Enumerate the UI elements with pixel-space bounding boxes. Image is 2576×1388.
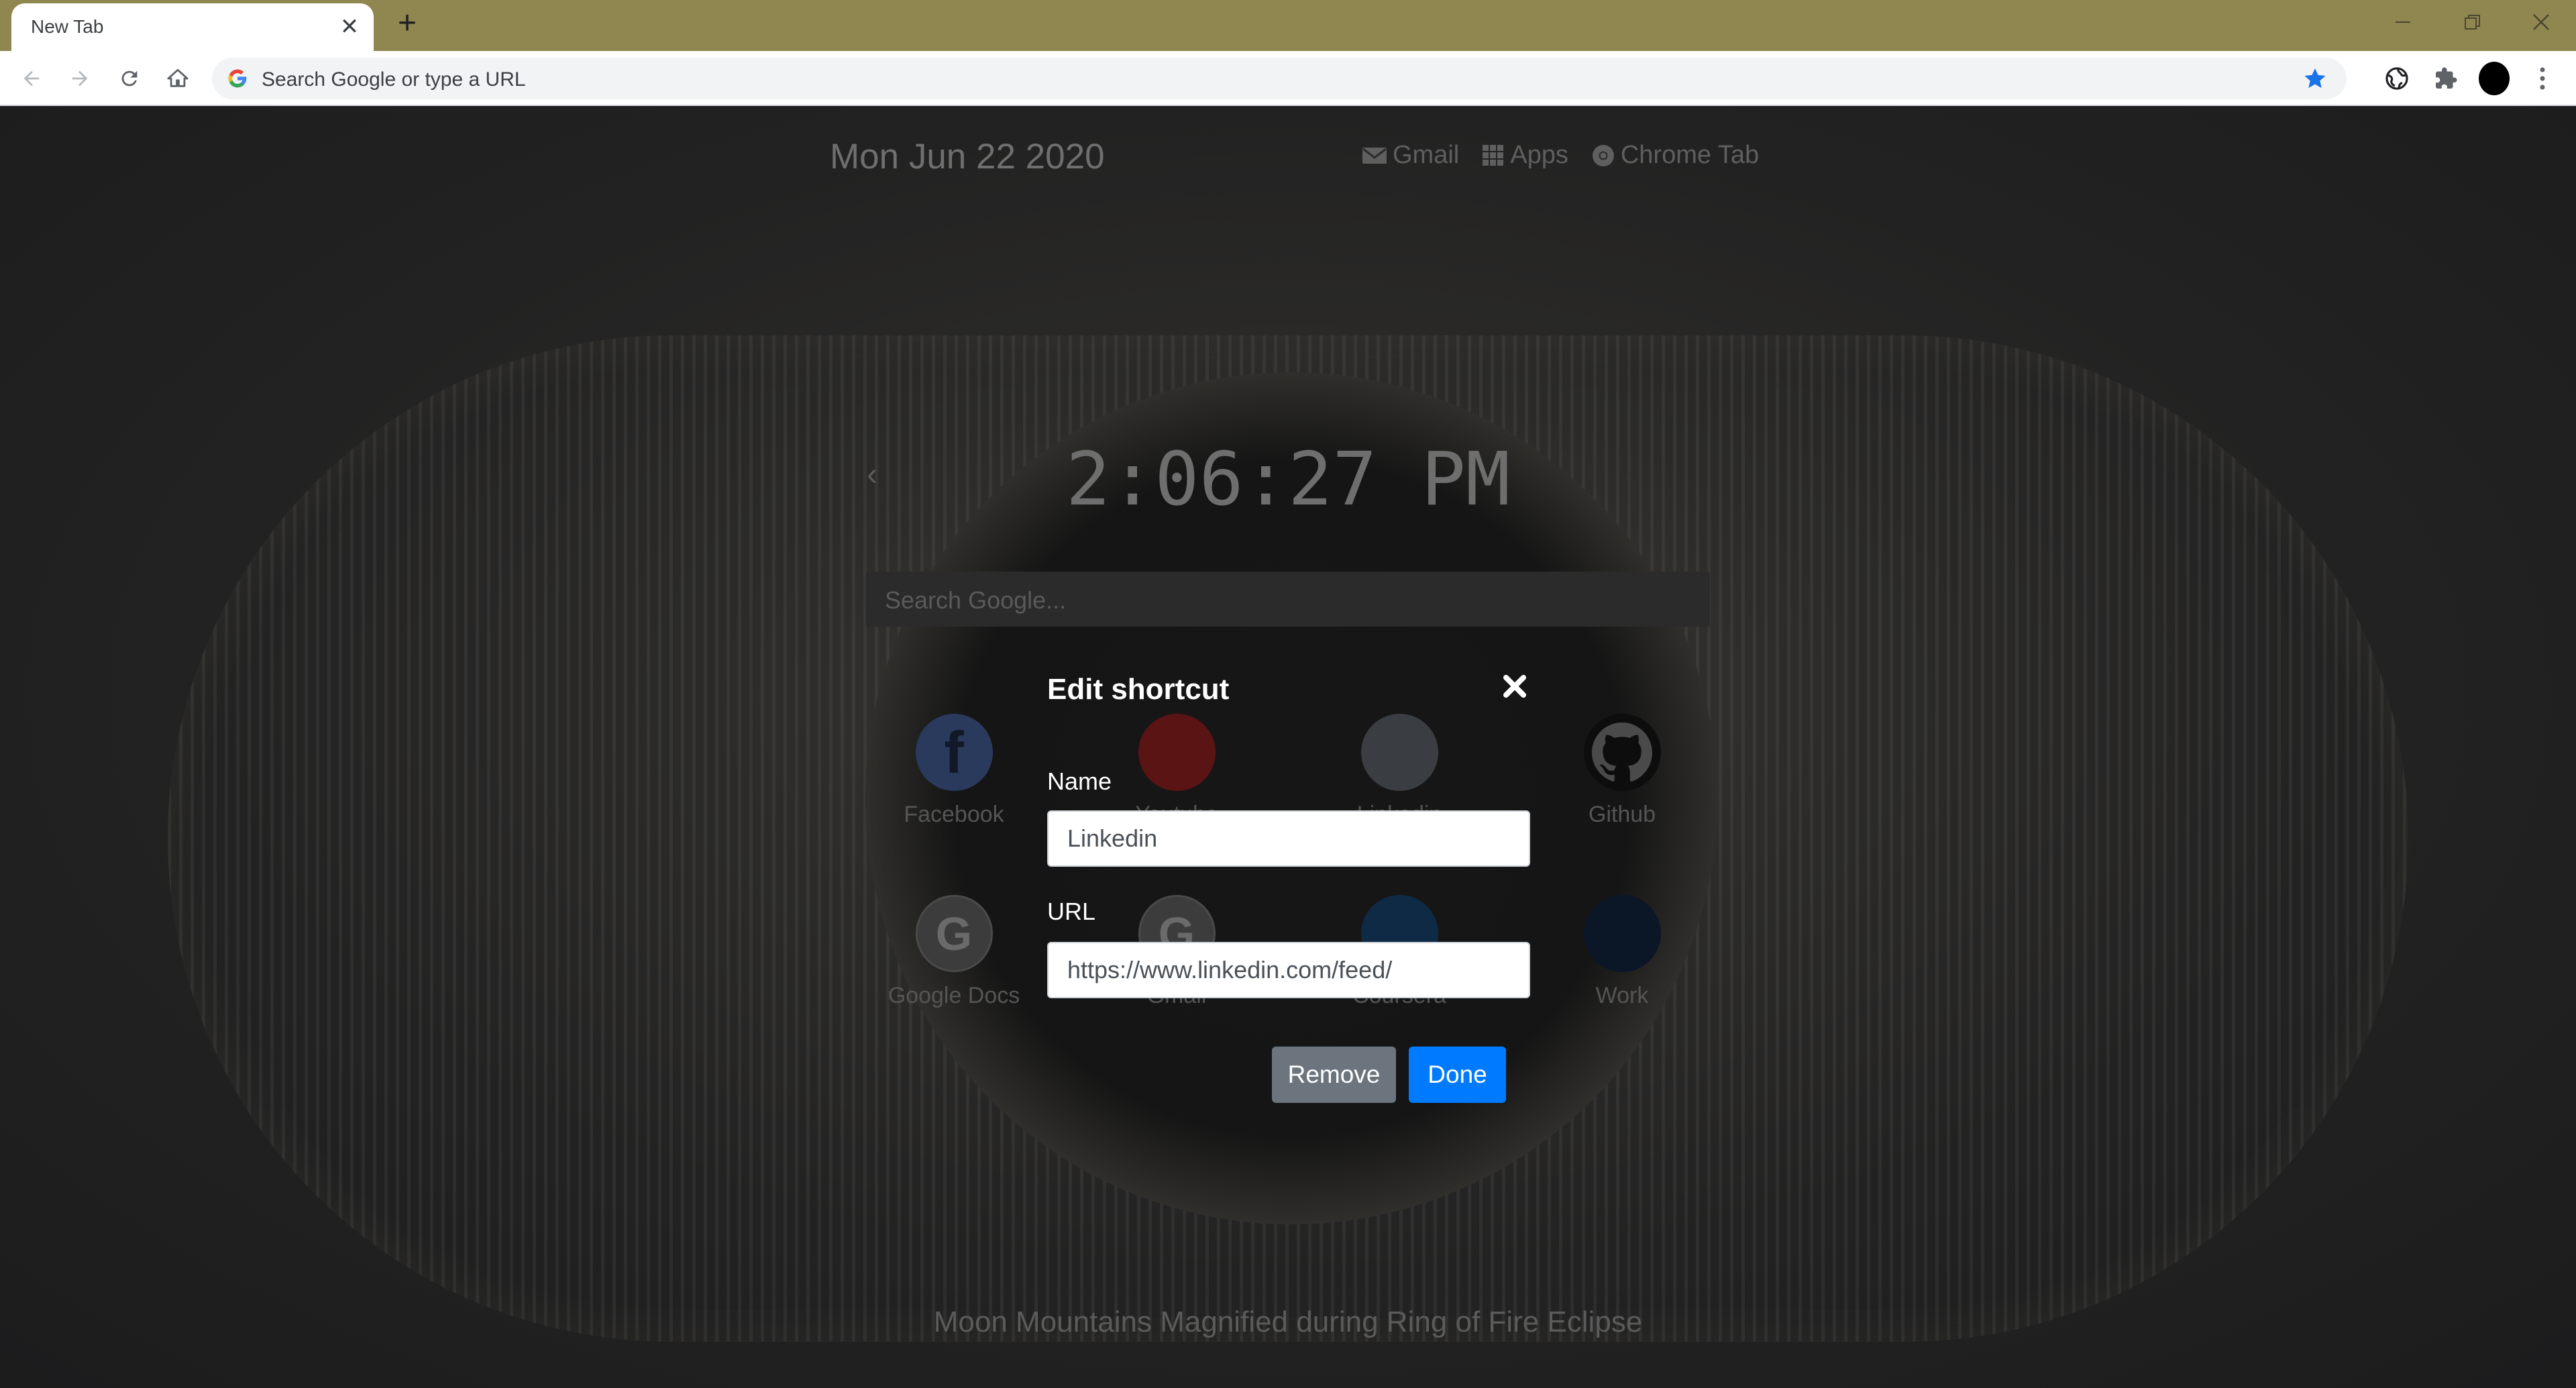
search-bar[interactable]: Search Google... [866, 572, 1710, 627]
new-tab-page: Mon Jun 22 2020 Gmail Apps Chrome Tab ‹ … [0, 107, 2576, 1388]
shortcut-label: Work [1595, 983, 1649, 1008]
url-label: URL [1047, 898, 1096, 925]
date-display: Mon Jun 22 2020 [830, 137, 1105, 176]
home-button[interactable] [162, 63, 193, 94]
tab-strip: New Tab ✕ + [0, 0, 2576, 51]
forward-button[interactable] [64, 63, 95, 94]
extensions-button[interactable] [2430, 63, 2461, 94]
window-close-button[interactable] [2521, 5, 2561, 39]
profile-button[interactable] [2479, 62, 2510, 95]
gmail-link[interactable]: Gmail [1362, 141, 1459, 170]
back-button[interactable] [16, 63, 47, 94]
top-links: Gmail Apps Chrome Tab [1362, 141, 1759, 170]
shortcut-work[interactable]: Work [1542, 895, 1703, 1009]
close-icon [2533, 14, 2549, 30]
shortcut-label: Github [1588, 802, 1656, 827]
grid-icon [1483, 144, 1504, 166]
arrow-right-icon [72, 70, 88, 87]
browser-toolbar: Search Google or type a URL [0, 51, 2576, 106]
kebab-menu-icon [2540, 67, 2545, 90]
shortcut-google-docs[interactable]: G Google Docs [873, 895, 1034, 1009]
chrome-tab-link[interactable]: Chrome Tab [1591, 141, 1759, 170]
tab-title: New Tab [31, 16, 104, 37]
chrome-tab-link-label: Chrome Tab [1620, 141, 1760, 169]
shortcut-facebook[interactable]: f Facebook [873, 714, 1034, 828]
clock: 2:06:27 PM [1065, 436, 1511, 522]
bookmark-star-icon[interactable] [2302, 66, 2328, 91]
shortcut-github[interactable]: Github [1542, 714, 1703, 828]
home-icon [167, 68, 189, 87]
reload-icon [121, 70, 138, 87]
apps-link-label: Apps [1510, 141, 1568, 169]
reload-button[interactable] [114, 63, 145, 94]
shortcut-label: Facebook [904, 802, 1004, 827]
window-minimize-button[interactable] [2383, 5, 2423, 39]
new-tab-button[interactable]: + [392, 7, 422, 40]
apps-link[interactable]: Apps [1482, 141, 1568, 170]
edit-shortcut-dialog: Edit shortcut Name URL Remove Done [1047, 667, 1530, 1110]
tab-close-icon[interactable]: ✕ [337, 15, 362, 39]
url-input[interactable] [1047, 942, 1530, 998]
envelope-icon [1362, 147, 1387, 164]
arrow-left-icon [23, 70, 40, 87]
github-icon [1583, 714, 1661, 791]
extension-globe-button[interactable] [2381, 63, 2412, 94]
dialog-title: Edit shortcut [1047, 673, 1230, 706]
facebook-icon: f [915, 714, 993, 791]
close-icon[interactable] [1501, 672, 1529, 700]
done-button[interactable]: Done [1409, 1047, 1506, 1103]
google-g-icon: G [915, 895, 993, 972]
tab-new-tab[interactable]: New Tab ✕ [11, 3, 374, 51]
gmail-link-label: Gmail [1393, 141, 1460, 169]
browser-menu-button[interactable] [2527, 63, 2558, 94]
work-icon [1583, 895, 1661, 972]
name-input[interactable] [1047, 810, 1530, 867]
shortcut-label: Google Docs [888, 983, 1020, 1008]
restore-icon [2465, 15, 2480, 30]
chrome-icon [1592, 144, 1614, 166]
search-placeholder: Search Google... [885, 586, 1067, 614]
google-g-icon [228, 69, 247, 88]
globe-icon [2385, 67, 2408, 90]
remove-button[interactable]: Remove [1272, 1047, 1396, 1103]
minimize-icon [2396, 21, 2410, 23]
name-label: Name [1047, 767, 1112, 795]
puzzle-icon [2436, 67, 2457, 89]
omnibox[interactable]: Search Google or type a URL [212, 58, 2347, 99]
omnibox-placeholder: Search Google or type a URL [262, 68, 526, 91]
image-caption: Moon Mountains Magnified during Ring of … [933, 1305, 1643, 1338]
window-restore-button[interactable] [2453, 5, 2493, 39]
avatar [2479, 62, 2510, 95]
